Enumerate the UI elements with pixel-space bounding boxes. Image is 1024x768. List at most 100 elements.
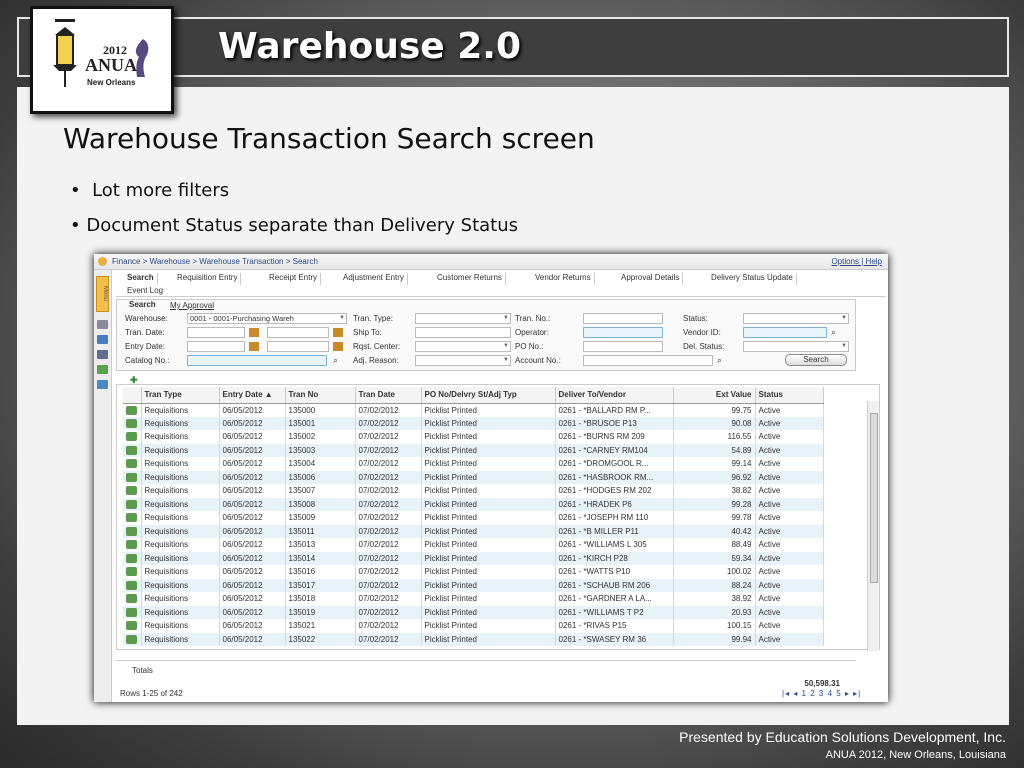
tab-approval-details[interactable]: Approval Details <box>618 273 684 285</box>
column-header[interactable]: Status <box>755 387 824 404</box>
table-row[interactable]: Requisitions 06/05/2012 135001 07/02/2012 Pi… <box>123 416 824 430</box>
row-icon-cell[interactable] <box>123 632 142 646</box>
search-icon[interactable]: ⌕ <box>831 327 836 338</box>
tab-delivery-status-update[interactable]: Delivery Status Update <box>708 273 797 285</box>
table-row[interactable]: Requisitions 06/05/2012 135000 07/02/2012 Pi… <box>123 403 824 417</box>
document-icon[interactable] <box>126 580 137 590</box>
rqst-center-select[interactable]: ▼ <box>415 341 511 352</box>
document-icon[interactable] <box>126 540 137 550</box>
tab-customer-returns[interactable]: Customer Returns <box>434 273 506 285</box>
row-icon-cell[interactable] <box>123 619 142 633</box>
operator-input[interactable] <box>583 327 663 338</box>
table-row[interactable]: Requisitions 06/05/2012 135004 07/02/2012 Pi… <box>123 457 824 471</box>
chart-icon[interactable] <box>97 335 108 344</box>
row-icon-cell[interactable] <box>123 538 142 552</box>
tran-no-input[interactable] <box>583 313 663 324</box>
document-icon[interactable] <box>126 526 137 536</box>
column-header[interactable]: Tran No <box>285 387 356 404</box>
options-help-links[interactable]: Options | Help <box>831 257 882 266</box>
search-button[interactable]: Search <box>785 354 847 366</box>
document-icon[interactable] <box>126 594 137 604</box>
table-row[interactable]: Requisitions 06/05/2012 135013 07/02/2012 Pi… <box>123 538 824 552</box>
tab-receipt-entry[interactable]: Receipt Entry <box>266 273 322 285</box>
table-row[interactable]: Requisitions 06/05/2012 135006 07/02/2012 Pi… <box>123 470 824 484</box>
document-icon[interactable] <box>126 499 137 509</box>
column-header[interactable]: Entry Date ▲ <box>219 387 286 404</box>
entry-date-to[interactable] <box>267 341 329 352</box>
document-icon[interactable] <box>126 553 137 563</box>
table-row[interactable]: Requisitions 06/05/2012 135018 07/02/2012 Pi… <box>123 592 824 606</box>
document-icon[interactable] <box>126 418 137 428</box>
pagination[interactable]: |◂ ◂ 1 2 3 4 5 ▸ ▸| <box>782 689 861 698</box>
row-icon-cell[interactable] <box>123 443 142 457</box>
tran-type-select[interactable]: ▼ <box>415 313 511 324</box>
document-icon[interactable] <box>126 607 137 617</box>
document-icon[interactable] <box>126 432 137 442</box>
table-row[interactable]: Requisitions 06/05/2012 135002 07/02/2012 Pi… <box>123 430 824 444</box>
column-header[interactable]: Tran Date <box>355 387 422 404</box>
document-icon[interactable] <box>126 513 137 523</box>
search-icon[interactable]: ⌕ <box>333 355 338 366</box>
column-header[interactable]: Ext Value <box>673 387 756 404</box>
row-icon-cell[interactable] <box>123 430 142 444</box>
status-select[interactable]: ▼ <box>743 313 849 324</box>
breadcrumb[interactable]: Finance > Warehouse > Warehouse Transact… <box>112 257 318 266</box>
row-icon-cell[interactable] <box>123 497 142 511</box>
tran-date-to[interactable] <box>267 327 329 338</box>
document-icon[interactable] <box>126 486 137 496</box>
table-row[interactable]: Requisitions 06/05/2012 135009 07/02/2012 Pi… <box>123 511 824 525</box>
table-row[interactable]: Requisitions 06/05/2012 135021 07/02/2012 Pi… <box>123 619 824 633</box>
calendar-icon[interactable] <box>333 328 343 337</box>
row-icon-cell[interactable] <box>123 511 142 525</box>
document-icon[interactable] <box>126 445 137 455</box>
tab-requisition-entry[interactable]: Requisition Entry <box>174 273 242 285</box>
document-icon[interactable] <box>126 634 137 644</box>
catalog-input[interactable] <box>187 355 327 366</box>
export-icon[interactable] <box>97 365 108 374</box>
report-icon[interactable] <box>97 350 108 359</box>
document-icon[interactable] <box>126 405 137 415</box>
table-row[interactable]: Requisitions 06/05/2012 135011 07/02/2012 Pi… <box>123 524 824 538</box>
calendar-icon[interactable] <box>249 328 259 337</box>
print-icon[interactable] <box>97 320 108 329</box>
subtab-search[interactable]: Search <box>129 300 156 309</box>
vertical-scrollbar[interactable] <box>867 401 879 651</box>
table-row[interactable]: Requisitions 06/05/2012 135014 07/02/2012 Pi… <box>123 551 824 565</box>
tab-vendor-returns[interactable]: Vendor Returns <box>532 273 595 285</box>
table-row[interactable]: Requisitions 06/05/2012 135007 07/02/2012 Pi… <box>123 484 824 498</box>
table-row[interactable]: Requisitions 06/05/2012 135016 07/02/2012 Pi… <box>123 565 824 579</box>
document-icon[interactable] <box>126 567 137 577</box>
document-icon[interactable] <box>126 621 137 631</box>
row-icon-cell[interactable] <box>123 457 142 471</box>
import-icon[interactable] <box>97 380 108 389</box>
search-icon[interactable]: ⌕ <box>717 355 722 366</box>
tab-search[interactable]: Search <box>124 273 158 285</box>
account-no-input[interactable] <box>583 355 713 366</box>
tran-date-from[interactable] <box>187 327 245 338</box>
column-header[interactable]: PO No/Delvry St/Adj Typ <box>421 387 556 404</box>
po-no-input[interactable] <box>583 341 663 352</box>
row-icon-cell[interactable] <box>123 578 142 592</box>
warehouse-select[interactable]: 0001 - 0001-Purchasing Wareh ▼ <box>187 313 347 324</box>
row-icon-cell[interactable] <box>123 605 142 619</box>
vendor-id-input[interactable] <box>743 327 827 338</box>
table-row[interactable]: Requisitions 06/05/2012 135008 07/02/2012 Pi… <box>123 497 824 511</box>
row-icon-cell[interactable] <box>123 484 142 498</box>
row-icon-cell[interactable] <box>123 416 142 430</box>
table-row[interactable]: Requisitions 06/05/2012 135022 07/02/2012 Pi… <box>123 632 824 646</box>
row-icon-cell[interactable] <box>123 551 142 565</box>
entry-date-from[interactable] <box>187 341 245 352</box>
row-icon-cell[interactable] <box>123 403 142 417</box>
table-row[interactable]: Requisitions 06/05/2012 135003 07/02/2012 Pi… <box>123 443 824 457</box>
ship-to-input[interactable] <box>415 327 511 338</box>
calendar-icon[interactable] <box>333 342 343 351</box>
row-icon-cell[interactable] <box>123 592 142 606</box>
row-icon-cell[interactable] <box>123 565 142 579</box>
del-status-select[interactable]: ▼ <box>743 341 849 352</box>
document-icon[interactable] <box>126 459 137 469</box>
table-row[interactable]: Requisitions 06/05/2012 135017 07/02/2012 Pi… <box>123 578 824 592</box>
row-icon-cell[interactable] <box>123 524 142 538</box>
subtab-my-approval[interactable]: My Approval <box>170 301 214 310</box>
adj-reason-select[interactable]: ▼ <box>415 355 511 366</box>
tab-adjustment-entry[interactable]: Adjustment Entry <box>340 273 408 285</box>
